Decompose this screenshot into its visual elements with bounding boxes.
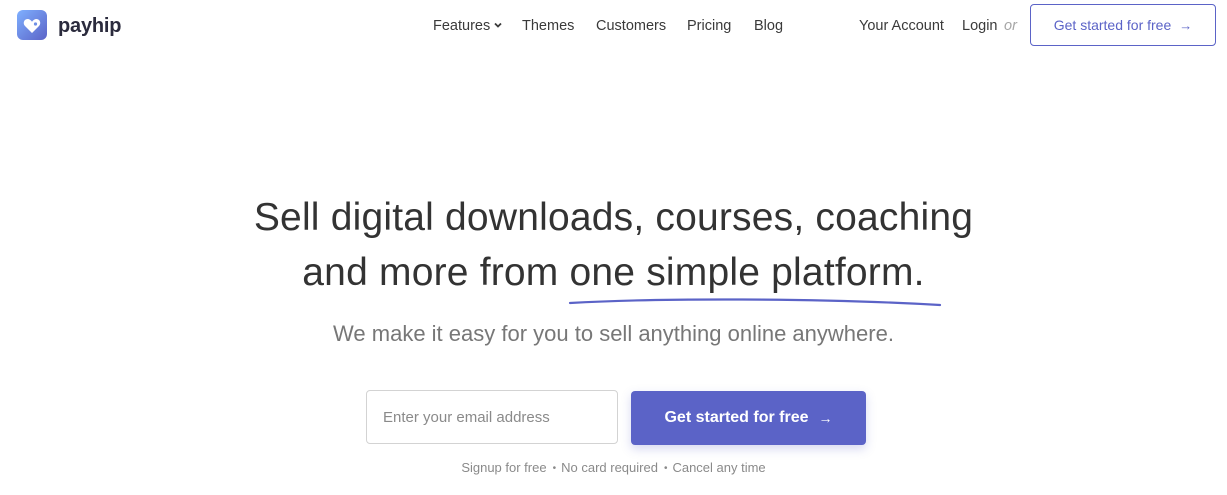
arrow-right-icon: → — [1179, 17, 1193, 33]
fineprint-cancel: Cancel any time — [672, 460, 766, 475]
header-get-started-button[interactable]: Get started for free → — [1030, 4, 1216, 46]
bullet-separator: • — [552, 463, 557, 474]
header-get-started-label: Get started for free — [1053, 17, 1172, 33]
nav-your-account-link[interactable]: Your Account — [859, 17, 944, 35]
nav-login-link[interactable]: Login — [962, 17, 997, 35]
fineprint-no-card: No card required — [561, 460, 658, 475]
signup-fineprint: Signup for free • No card required • Cancel … — [0, 460, 1227, 475]
headline-period: . — [913, 251, 925, 294]
nav-features-label: Features — [433, 18, 491, 34]
arrow-right-icon: → — [818, 410, 833, 426]
chevron-down-icon — [494, 22, 502, 28]
nav-blog-link[interactable]: Blog — [754, 17, 783, 35]
nav-or-separator: or — [1004, 18, 1017, 34]
hero-section: Sell digital downloads, courses, coachin… — [0, 190, 1227, 307]
hero-headline: Sell digital downloads, courses, coachin… — [0, 190, 1227, 307]
payhip-logo[interactable]: payhip — [17, 10, 121, 43]
nav-customers-link[interactable]: Customers — [596, 17, 666, 35]
hand-drawn-underline — [568, 298, 941, 307]
email-input[interactable] — [366, 390, 618, 444]
top-navigation-bar: payhip Features Themes Customers Pricing… — [0, 0, 1227, 52]
headline-line-1: Sell digital downloads, courses, coachin… — [253, 196, 974, 239]
nav-features-dropdown[interactable]: Features — [433, 17, 502, 35]
bullet-separator: • — [663, 463, 668, 474]
brand-name: payhip — [58, 15, 122, 37]
hero-get-started-label: Get started for free — [664, 409, 809, 426]
hero-get-started-button[interactable]: Get started for free → — [631, 391, 866, 445]
headline-line-2-start: and more from — [302, 251, 570, 294]
headline-highlight: one simple platform — [568, 245, 941, 307]
nav-themes-link[interactable]: Themes — [522, 17, 574, 35]
hero-subheadline: We make it easy for you to sell anything… — [333, 321, 894, 346]
headline-highlight-text: one simple platform — [569, 251, 914, 294]
fineprint-signup-free: Signup for free — [461, 460, 547, 475]
heart-tag-icon — [17, 10, 47, 40]
nav-pricing-link[interactable]: Pricing — [687, 17, 731, 35]
